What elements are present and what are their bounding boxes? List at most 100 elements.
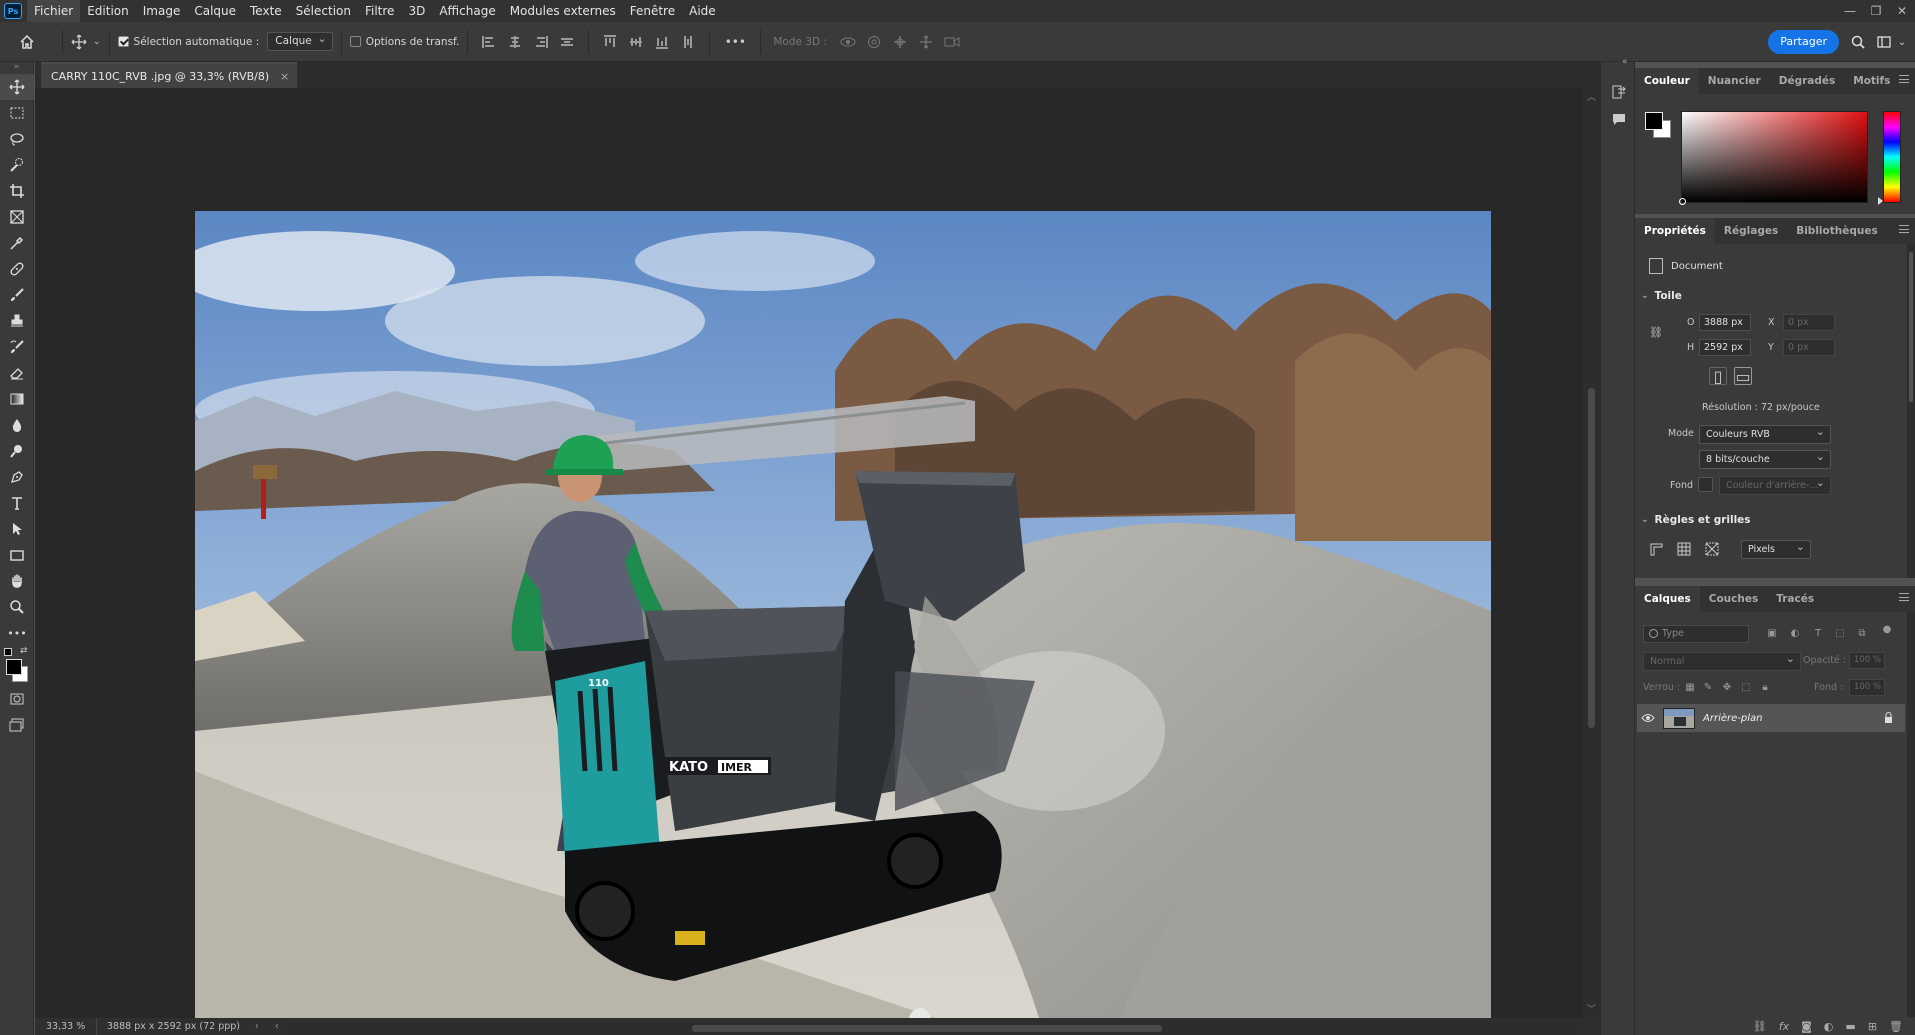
3d-orbit-icon[interactable] [840,34,856,50]
type-tool[interactable] [0,490,34,516]
zoom-level-field[interactable]: 33,33 % [35,1018,97,1035]
menu-image[interactable]: Image [136,0,188,22]
foreground-color-swatch[interactable] [1645,112,1663,130]
edit-toolbar-button[interactable]: ••• [0,620,34,646]
new-group-icon[interactable]: ▬ [1845,1020,1855,1033]
path-selection-tool[interactable] [0,516,34,542]
close-window-button[interactable]: ✕ [1889,0,1915,22]
ruler-units-dropdown[interactable]: Pixels [1741,538,1811,559]
tab-traces[interactable]: Tracés [1767,586,1823,612]
layer-filter-input[interactable]: Type [1643,625,1749,643]
vertical-scrollbar[interactable]: ︿ ﹀ [1583,88,1600,1018]
foreground-color-swatch[interactable] [6,659,22,675]
menu-texte[interactable]: Texte [243,0,289,22]
pen-tool[interactable] [0,464,34,490]
hue-slider-handle-icon[interactable] [1878,197,1883,205]
quick-selection-tool[interactable] [0,152,34,178]
default-colors-icon[interactable] [4,648,12,656]
brush-tool[interactable] [0,282,34,308]
3d-roll-icon[interactable] [866,34,882,50]
tab-calques[interactable]: Calques [1635,586,1700,612]
color-picker-handle-icon[interactable] [1679,198,1686,205]
align-top-icon[interactable] [602,34,618,50]
menu-calque[interactable]: Calque [187,0,243,22]
3d-pan-icon[interactable] [892,34,908,50]
menu-modules-externes[interactable]: Modules externes [503,0,623,22]
frame-tool[interactable] [0,204,34,230]
filter-type-icon[interactable]: T [1811,626,1825,640]
lasso-tool[interactable] [0,126,34,152]
home-button[interactable] [0,22,54,62]
auto-select-checkbox[interactable]: Sélection automatique : [117,36,259,48]
history-brush-tool[interactable] [0,334,34,360]
blend-mode-dropdown[interactable]: Normal [1643,650,1801,671]
collapse-arrows-icon[interactable]: « [1622,57,1628,67]
layer-row[interactable]: Arrière-plan [1637,704,1905,732]
ruler-icon[interactable] [1647,540,1665,558]
scroll-left-arrow-icon[interactable]: ‹ [275,1021,279,1032]
eraser-tool[interactable] [0,360,34,386]
3d-slide-icon[interactable] [918,34,934,50]
scroll-down-arrow-icon[interactable]: ﹀ [1583,1002,1600,1016]
guides-icon[interactable] [1703,540,1721,558]
align-right-icon[interactable] [533,34,549,50]
eye-icon[interactable] [1637,704,1659,732]
hand-tool[interactable] [0,568,34,594]
color-picker-field[interactable] [1679,111,1868,205]
menu-fichier[interactable]: Fichier [27,0,81,22]
restore-button[interactable]: ❐ [1863,0,1889,22]
3d-camera-icon[interactable] [944,34,960,50]
move-tool[interactable] [0,74,34,100]
new-layer-icon[interactable]: ⊞ [1868,1020,1877,1033]
distribute-horizontal-icon[interactable] [680,34,696,50]
fill-input[interactable]: 100 % [1849,679,1885,696]
panel-menu-icon[interactable] [1899,593,1909,601]
panel-menu-icon[interactable] [1899,75,1909,83]
bit-depth-dropdown[interactable]: 8 bits/couche [1699,448,1831,469]
tab-bibliotheques[interactable]: Bibliothèques [1787,218,1887,244]
landscape-orientation-icon[interactable]: ▭ [1734,367,1752,386]
height-input[interactable]: 2592 px [1699,339,1751,356]
move-tool-preset[interactable]: ⌄ [71,34,101,50]
lock-image-icon[interactable]: ✎ [1701,680,1715,694]
layer-select-dropdown[interactable]: Calque [267,30,333,51]
menu-filtre[interactable]: Filtre [358,0,401,22]
rectangle-tool[interactable] [0,542,34,568]
tab-motifs[interactable]: Motifs [1844,68,1899,94]
filter-toggle-icon[interactable]: ● [1880,622,1894,636]
menu-affichage[interactable]: Affichage [432,0,502,22]
close-tab-icon[interactable]: × [280,64,289,90]
layer-name[interactable]: Arrière-plan [1703,713,1762,724]
panel-menu-icon[interactable] [1899,225,1909,233]
menu-edition[interactable]: Edition [80,0,136,22]
color-swatches[interactable]: ⇄ [0,646,33,686]
width-input[interactable]: 3888 px [1699,314,1751,331]
align-left-icon[interactable] [481,34,497,50]
properties-scrollbar[interactable] [1907,244,1915,578]
share-button[interactable]: Partager [1768,30,1839,54]
distribute-vertical-icon[interactable] [559,34,575,50]
tab-reglages[interactable]: Réglages [1715,218,1787,244]
rulers-section-header[interactable]: ⌄ Règles et grilles [1641,514,1751,526]
filter-adjustment-icon[interactable]: ◐ [1788,626,1802,640]
document-tab[interactable]: CARRY 110C_RVB .jpg @ 33,3% (RVB/8) × [41,62,298,90]
menu-aide[interactable]: Aide [682,0,723,22]
vertical-scroll-thumb[interactable] [1588,388,1595,728]
portrait-orientation-icon[interactable]: ▯ [1709,367,1727,386]
canvas-section-header[interactable]: ⌄ Toile [1641,290,1682,302]
horizontal-scroll-thumb[interactable] [692,1025,1162,1032]
workspace-icon[interactable] [1875,33,1893,51]
history-panel-button[interactable] [1601,78,1636,106]
menu-selection[interactable]: Sélection [289,0,358,22]
transform-options-checkbox[interactable]: Options de transf. [349,36,459,48]
zoom-tool[interactable] [0,594,34,620]
gradient-tool[interactable] [0,386,34,412]
lock-transparent-icon[interactable]: ▦ [1683,680,1697,694]
x-input[interactable]: 0 px [1783,314,1835,331]
filter-shape-icon[interactable]: ⬚ [1833,626,1847,640]
panel-grip[interactable]: » [0,62,33,74]
scroll-up-arrow-icon[interactable]: ︿ [1583,90,1600,104]
document-image[interactable]: KATO IMER 110 [195,211,1491,1035]
delete-layer-icon[interactable]: 🗑︎ [1889,1020,1903,1033]
screen-mode-button[interactable] [0,712,34,738]
